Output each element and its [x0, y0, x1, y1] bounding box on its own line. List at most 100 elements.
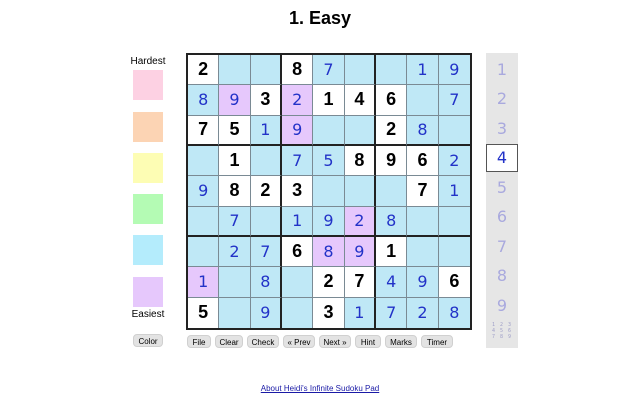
clear-button[interactable]: Clear: [215, 335, 243, 348]
sudoku-cell-r3c2[interactable]: 5: [219, 115, 251, 146]
sudoku-cell-r7c5[interactable]: 8: [313, 237, 345, 268]
sudoku-cell-r4c1[interactable]: [188, 146, 220, 177]
sudoku-cell-r4c6[interactable]: 8: [344, 146, 376, 177]
sudoku-cell-r8c8[interactable]: 9: [407, 267, 439, 298]
sudoku-cell-r3c8[interactable]: 8: [407, 115, 439, 146]
sudoku-cell-r2c2[interactable]: 9: [219, 85, 251, 116]
color-swatch-2[interactable]: [133, 112, 163, 142]
file-button[interactable]: File: [187, 335, 211, 348]
palette-number-1[interactable]: 1: [486, 55, 518, 83]
sudoku-cell-r7c3[interactable]: 7: [250, 237, 282, 268]
sudoku-cell-r3c1[interactable]: 7: [188, 115, 220, 146]
palette-number-8[interactable]: 8: [486, 262, 518, 290]
color-swatch-6[interactable]: [133, 277, 163, 307]
sudoku-cell-r7c2[interactable]: 2: [219, 237, 251, 268]
palette-number-3[interactable]: 3: [486, 114, 518, 142]
color-swatch-4[interactable]: [133, 194, 163, 224]
sudoku-cell-r2c8[interactable]: [407, 85, 439, 116]
sudoku-cell-r6c6[interactable]: 2: [344, 206, 376, 237]
sudoku-cell-r1c4[interactable]: 8: [282, 55, 314, 86]
color-swatch-1[interactable]: [133, 70, 163, 100]
sudoku-cell-r1c7[interactable]: [376, 55, 408, 86]
sudoku-cell-r8c4[interactable]: [282, 267, 314, 298]
next-button[interactable]: Next »: [319, 335, 351, 348]
sudoku-cell-r9c9[interactable]: 8: [438, 297, 470, 328]
sudoku-cell-r3c5[interactable]: [313, 115, 345, 146]
sudoku-cell-r8c6[interactable]: 7: [344, 267, 376, 298]
sudoku-cell-r6c3[interactable]: [250, 206, 282, 237]
sudoku-cell-r3c4[interactable]: 9: [282, 115, 314, 146]
sudoku-cell-r1c2[interactable]: [219, 55, 251, 86]
color-swatch-5[interactable]: [133, 235, 163, 265]
sudoku-cell-r6c5[interactable]: 9: [313, 206, 345, 237]
sudoku-cell-r6c9[interactable]: [438, 206, 470, 237]
sudoku-cell-r5c4[interactable]: 3: [282, 176, 314, 207]
hint-button[interactable]: Hint: [355, 335, 381, 348]
sudoku-cell-r4c7[interactable]: 9: [376, 146, 408, 177]
sudoku-cell-r7c4[interactable]: 6: [282, 237, 314, 268]
sudoku-cell-r4c8[interactable]: 6: [407, 146, 439, 177]
sudoku-cell-r6c4[interactable]: 1: [282, 206, 314, 237]
sudoku-cell-r6c8[interactable]: [407, 206, 439, 237]
sudoku-cell-r5c5[interactable]: [313, 176, 345, 207]
sudoku-cell-r5c7[interactable]: [376, 176, 408, 207]
sudoku-cell-r5c3[interactable]: 2: [250, 176, 282, 207]
sudoku-cell-r5c1[interactable]: 9: [188, 176, 220, 207]
sudoku-cell-r3c3[interactable]: 1: [250, 115, 282, 146]
sudoku-cell-r9c5[interactable]: 3: [313, 297, 345, 328]
sudoku-cell-r9c6[interactable]: 1: [344, 297, 376, 328]
sudoku-cell-r8c2[interactable]: [219, 267, 251, 298]
sudoku-cell-r4c4[interactable]: 7: [282, 146, 314, 177]
sudoku-cell-r9c4[interactable]: [282, 297, 314, 328]
prev-button[interactable]: « Prev: [283, 335, 315, 348]
sudoku-cell-r7c7[interactable]: 1: [376, 237, 408, 268]
sudoku-cell-r7c1[interactable]: [188, 237, 220, 268]
sudoku-cell-r3c7[interactable]: 2: [376, 115, 408, 146]
sudoku-cell-r7c8[interactable]: [407, 237, 439, 268]
sudoku-cell-r2c7[interactable]: 6: [376, 85, 408, 116]
sudoku-cell-r4c2[interactable]: 1: [219, 146, 251, 177]
sudoku-cell-r4c9[interactable]: 2: [438, 146, 470, 177]
sudoku-cell-r8c5[interactable]: 2: [313, 267, 345, 298]
sudoku-cell-r8c1[interactable]: 1: [188, 267, 220, 298]
palette-number-9[interactable]: 9: [486, 291, 518, 319]
sudoku-cell-r5c6[interactable]: [344, 176, 376, 207]
sudoku-cell-r6c2[interactable]: 7: [219, 206, 251, 237]
sudoku-cell-r9c2[interactable]: [219, 297, 251, 328]
sudoku-cell-r2c3[interactable]: 3: [250, 85, 282, 116]
sudoku-cell-r1c3[interactable]: [250, 55, 282, 86]
sudoku-cell-r2c4[interactable]: 2: [282, 85, 314, 116]
sudoku-cell-r7c9[interactable]: [438, 237, 470, 268]
sudoku-cell-r4c3[interactable]: [250, 146, 282, 177]
palette-number-4[interactable]: 4: [486, 143, 518, 172]
sudoku-cell-r2c9[interactable]: 7: [438, 85, 470, 116]
sudoku-cell-r1c6[interactable]: [344, 55, 376, 86]
sudoku-cell-r5c2[interactable]: 8: [219, 176, 251, 207]
timer-button[interactable]: Timer: [421, 335, 453, 348]
palette-number-7[interactable]: 7: [486, 232, 518, 260]
sudoku-cell-r8c9[interactable]: 6: [438, 267, 470, 298]
sudoku-cell-r9c3[interactable]: 9: [250, 297, 282, 328]
sudoku-cell-r1c9[interactable]: 9: [438, 55, 470, 86]
color-button[interactable]: Color: [133, 334, 163, 347]
sudoku-cell-r1c8[interactable]: 1: [407, 55, 439, 86]
sudoku-cell-r7c6[interactable]: 9: [344, 237, 376, 268]
palette-number-6[interactable]: 6: [486, 203, 518, 231]
sudoku-cell-r2c6[interactable]: 4: [344, 85, 376, 116]
sudoku-cell-r1c5[interactable]: 7: [313, 55, 345, 86]
sudoku-cell-r9c7[interactable]: 7: [376, 297, 408, 328]
color-swatch-3[interactable]: [133, 153, 163, 183]
sudoku-cell-r5c8[interactable]: 7: [407, 176, 439, 207]
sudoku-cell-r6c7[interactable]: 8: [376, 206, 408, 237]
sudoku-cell-r9c8[interactable]: 2: [407, 297, 439, 328]
pencil-marks-toggle[interactable]: 1 2 3 4 5 6 7 8 9: [488, 322, 516, 340]
sudoku-cell-r2c5[interactable]: 1: [313, 85, 345, 116]
marks-button[interactable]: Marks: [385, 335, 417, 348]
sudoku-cell-r4c5[interactable]: 5: [313, 146, 345, 177]
palette-number-2[interactable]: 2: [486, 85, 518, 113]
sudoku-cell-r5c9[interactable]: 1: [438, 176, 470, 207]
sudoku-cell-r6c1[interactable]: [188, 206, 220, 237]
check-button[interactable]: Check: [247, 335, 279, 348]
sudoku-cell-r1c1[interactable]: 2: [188, 55, 220, 86]
sudoku-cell-r2c1[interactable]: 8: [188, 85, 220, 116]
